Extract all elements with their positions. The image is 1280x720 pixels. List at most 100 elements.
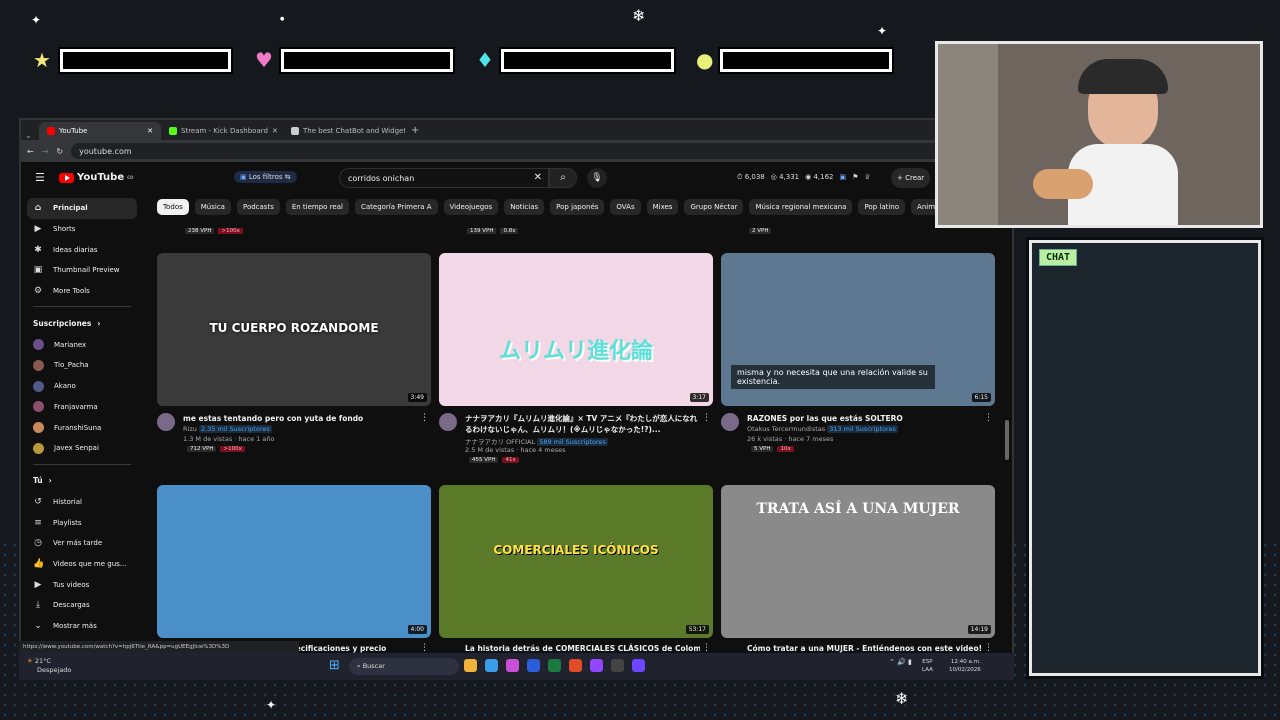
youtube-logo[interactable]: YouTube CO [59,172,133,183]
subscription-item[interactable]: Franjavarma [27,397,137,418]
search-input[interactable]: corridos onichan ✕ [339,168,549,188]
video-card[interactable]: TRATA ASÍ A UNA MUJER 14:19 Cómo tratar a … [721,485,995,653]
file-explorer-icon[interactable] [464,659,477,672]
channel-name[interactable]: ナナヲアカリ OFFICIAL [465,438,535,446]
chip-3[interactable]: En tiempo real [285,199,349,215]
close-icon[interactable]: ✕ [147,127,153,135]
chip-10[interactable]: Grupo Néctar [684,199,744,215]
video-thumbnail[interactable]: TRATA ASÍ A UNA MUJER 14:19 [721,485,995,638]
more-options-icon[interactable]: ⋮ [702,643,711,653]
store-icon[interactable] [506,659,519,672]
obs-icon[interactable] [611,659,624,672]
video-card[interactable]: 4:00Galaxy A17 (4G y 5G) | Especificacio… [157,485,431,653]
subscription-item[interactable]: Javex Senpai [27,438,137,459]
sidebar-you-item[interactable]: 👍 Videos que me gus... [27,554,137,575]
tab-chatbot[interactable]: The best ChatBot and Widgets ✕ [283,122,405,140]
edge-icon[interactable] [485,659,498,672]
video-thumbnail[interactable]: misma y no necesita que una relación val… [721,253,995,406]
sidebar-you-item[interactable]: ⤓ Descargas [27,595,137,616]
sidebar-item-1[interactable]: ▶ Shorts [27,219,137,240]
new-tab-button[interactable]: + [405,125,425,140]
tray-icons[interactable]: ⌃ 🔊 ▮ [889,658,912,666]
thumbnail-overlay-text: TRATA ASÍ A UNA MUJER [756,501,960,517]
you-heading[interactable]: Tú › [27,470,137,492]
tab-youtube[interactable]: YouTube ✕ [39,122,161,140]
clock[interactable]: 12:40 a.m. 10/02/2026 [949,658,981,674]
sidebar-item-label: More Tools [53,287,90,296]
chrome-icon[interactable] [569,659,582,672]
back-icon[interactable]: ← [27,147,34,156]
app-icon[interactable] [632,659,645,672]
subscription-item[interactable]: Akano [27,376,137,397]
url-field[interactable]: youtube.com [71,143,977,159]
more-options-icon[interactable]: ⋮ [984,643,993,653]
video-card[interactable]: misma y no necesita que una relación val… [721,253,995,452]
sidebar-you-item[interactable]: ≡ Playlists [27,512,137,533]
sidebar-item-2[interactable]: ✱ Ideas diarias [27,239,137,260]
sidebar-item-0[interactable]: ⌂ Principal [27,198,137,219]
tab-search-icon[interactable]: ⌄ [25,131,39,140]
create-button[interactable]: + Crear [891,168,931,188]
sidebar-you-item[interactable]: ◷ Ver más tarde [27,533,137,554]
app-icon[interactable] [590,659,603,672]
language-indicator[interactable]: ESP LAA [922,658,933,674]
close-icon[interactable]: ✕ [272,127,278,135]
video-thumbnail[interactable]: TU CUERPO ROZANDOME 3:49 [157,253,431,406]
more-options-icon[interactable]: ⋮ [702,413,711,423]
chip-4[interactable]: Categoría Primera A [354,199,438,215]
reload-icon[interactable]: ↻ [56,147,63,156]
chip-1[interactable]: Música [194,199,231,215]
subscriptions-heading[interactable]: Suscripciones › [27,312,137,334]
clear-search-icon[interactable]: ✕ [534,172,542,183]
sidebar-you-item[interactable]: ↺ Historial [27,492,137,513]
chip-0[interactable]: Todos [157,199,189,215]
subscription-item[interactable]: Tio_Pacha [27,355,137,376]
bookmark-icon[interactable]: ⚑ [852,173,858,182]
menu-icon[interactable]: ☰ [35,171,45,184]
more-options-icon[interactable]: ⋮ [420,643,429,653]
weather-widget[interactable]: ☀ 21°C Despejado [27,657,71,675]
chip-7[interactable]: Pop japonés [550,199,605,215]
scrollbar-thumb[interactable] [1005,420,1009,460]
chip-11[interactable]: Música regional mexicana [749,199,853,215]
sidebar-you-item[interactable]: ▶ Tus videos [27,574,137,595]
taskbar-search[interactable]: ⌕ Buscar [349,658,459,675]
excel-icon[interactable] [548,659,561,672]
chip-2[interactable]: Podcasts [236,199,280,215]
sidebar-item-4[interactable]: ⚙ More Tools [27,281,137,302]
subscription-item[interactable]: Marianex [27,334,137,355]
subscription-item[interactable]: FuranshiSuna [27,417,137,438]
channel-avatar[interactable] [157,413,175,431]
chip-8[interactable]: OVAs [610,199,641,215]
trophy-icon[interactable]: ♕ [864,173,870,182]
more-options-icon[interactable]: ⋮ [984,413,993,423]
windows-start-icon[interactable]: ⊞ [329,658,340,673]
chip-9[interactable]: Mixes [646,199,679,215]
chip-6[interactable]: Noticias [504,199,545,215]
video-thumbnail[interactable]: 4:00 [157,485,431,638]
channel-name[interactable]: Rizu [183,425,197,433]
chip-5[interactable]: Videojuegos [443,199,499,215]
word-icon[interactable] [527,659,540,672]
video-title[interactable]: me estas tentando pero con yuta de fondo [183,413,418,424]
search-button[interactable]: ⌕ [549,168,577,188]
channel-avatar[interactable] [721,413,739,431]
channel-name[interactable]: Otakus Tercermundistas [747,425,825,433]
chip-12[interactable]: Pop latino [858,199,906,215]
extension-icon[interactable]: ▣ [840,173,847,182]
voice-search-button[interactable]: 🎙 [587,168,607,188]
sidebar-item-3[interactable]: ▣ Thumbnail Preview [27,260,137,281]
video-card[interactable]: TU CUERPO ROZANDOME 3:49 me estas tentando… [157,253,431,452]
tab-kick-dashboard[interactable]: Stream - Kick Dashboard ✕ [161,122,283,140]
filters-button[interactable]: ▣ Los filtros ⇆ [234,171,297,183]
video-title[interactable]: RAZONES por las que estás SOLTERO [747,413,982,424]
video-card[interactable]: COMERCIALES ICÓNICOS 53:17 La historia det… [439,485,713,653]
video-thumbnail[interactable]: ムリムリ進化論 3:17 [439,253,713,406]
video-thumbnail[interactable]: COMERCIALES ICÓNICOS 53:17 [439,485,713,638]
channel-avatar[interactable] [439,413,457,431]
video-card[interactable]: ムリムリ進化論 3:17 ナナヲアカリ『ムリムリ進化論』× TV アニメ『わたしが恋… [439,253,713,463]
forward-icon[interactable]: → [42,147,49,156]
video-title[interactable]: ナナヲアカリ『ムリムリ進化論』× TV アニメ『わたしが恋人になれるわけないじゃ… [465,413,700,435]
sidebar-you-item[interactable]: ⌄ Mostrar más [27,616,137,637]
more-options-icon[interactable]: ⋮ [420,413,429,423]
